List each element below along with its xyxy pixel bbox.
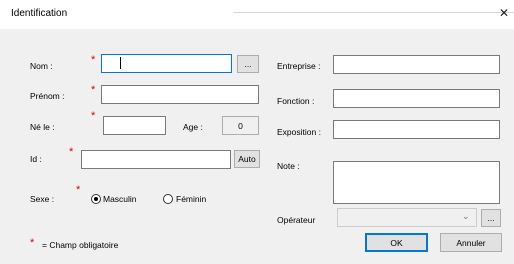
fonction-label: Fonction :: [277, 96, 315, 106]
text-cursor: [120, 57, 121, 69]
id-input[interactable]: [81, 150, 231, 169]
id-required-mark: *: [69, 146, 74, 158]
sexe-required-mark: *: [76, 184, 81, 196]
age-label: Age :: [183, 122, 203, 132]
operateur-select[interactable]: ⌄: [337, 208, 477, 227]
radio-masculin[interactable]: [91, 194, 101, 204]
chevron-down-icon: ⌄: [462, 211, 470, 221]
exposition-label: Exposition :: [277, 127, 321, 137]
entreprise-input[interactable]: [333, 55, 500, 74]
fonction-input[interactable]: [333, 89, 500, 108]
radio-feminin[interactable]: [163, 194, 173, 204]
note-label: Note :: [277, 161, 300, 171]
radio-feminin-label[interactable]: Féminin: [176, 194, 206, 204]
id-label: Id :: [30, 154, 42, 164]
nom-required-mark: *: [91, 54, 96, 66]
note-textarea[interactable]: [333, 161, 500, 204]
title-separator: [233, 12, 514, 13]
radio-selected-dot: [94, 197, 98, 201]
exposition-input[interactable]: [333, 120, 500, 139]
operateur-browse-button[interactable]: ...: [481, 209, 501, 227]
birthdate-input[interactable]: [103, 116, 166, 135]
window-title: Identification: [11, 8, 68, 19]
nom-label: Nom :: [30, 61, 53, 71]
legend-required-mark: *: [30, 237, 35, 249]
close-icon[interactable]: ✕: [499, 6, 511, 20]
required-legend-text: = Champ obligatoire: [42, 240, 119, 250]
ne-le-required-mark: *: [91, 110, 96, 122]
age-value: 0: [222, 116, 259, 135]
nom-browse-button[interactable]: ...: [237, 55, 259, 73]
ne-le-label: Né le :: [30, 122, 55, 132]
operateur-label: Opérateur: [277, 215, 316, 225]
title-bar: [0, 0, 514, 29]
ok-button[interactable]: OK: [365, 233, 428, 252]
sexe-label: Sexe :: [30, 194, 55, 204]
radio-masculin-label[interactable]: Masculin: [103, 194, 137, 204]
prenom-label: Prénom :: [30, 91, 65, 101]
prenom-required-mark: *: [91, 84, 96, 96]
auto-id-button[interactable]: Auto: [234, 150, 260, 168]
prenom-input[interactable]: [101, 85, 259, 104]
entreprise-label: Entreprise :: [277, 61, 321, 71]
cancel-button[interactable]: Annuler: [440, 233, 502, 252]
